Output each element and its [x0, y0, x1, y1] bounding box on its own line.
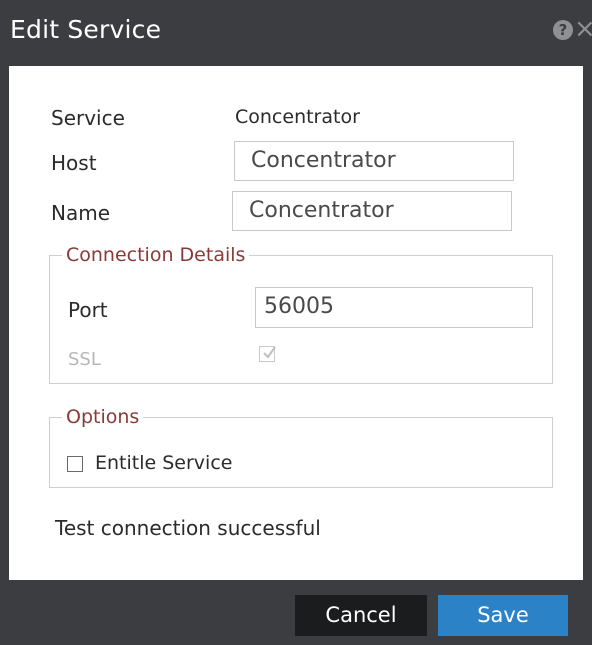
host-field[interactable]: Concentrator — [234, 141, 514, 181]
service-label: Service — [51, 106, 125, 130]
check-icon — [263, 346, 276, 359]
save-button[interactable]: Save — [438, 595, 568, 636]
name-field[interactable]: Concentrator — [232, 191, 512, 231]
entitle-service-label[interactable]: Entitle Service — [95, 452, 232, 474]
entitle-service-checkbox[interactable] — [67, 456, 83, 472]
ssl-label: SSL — [68, 349, 101, 370]
options-group: Options — [49, 406, 553, 488]
host-label: Host — [51, 151, 97, 175]
edit-service-dialog: Edit Service ? × Service Concentrator Ho… — [0, 0, 592, 645]
service-value: Concentrator — [235, 106, 360, 128]
ssl-checkbox — [259, 346, 276, 362]
help-icon[interactable]: ? — [553, 20, 573, 40]
close-icon[interactable]: × — [574, 15, 592, 43]
options-legend: Options — [66, 406, 140, 428]
dialog-body: Service Concentrator Host Concentrator N… — [9, 66, 583, 580]
cancel-button[interactable]: Cancel — [295, 595, 427, 636]
status-message: Test connection successful — [55, 516, 321, 540]
dialog-title: Edit Service — [10, 15, 162, 44]
port-field[interactable]: 56005 — [255, 287, 533, 328]
dialog-titlebar: Edit Service ? × — [0, 0, 592, 66]
port-label: Port — [68, 298, 108, 322]
name-label: Name — [51, 201, 111, 225]
dialog-footer: Cancel Save — [0, 580, 592, 645]
connection-details-legend: Connection Details — [66, 244, 246, 266]
